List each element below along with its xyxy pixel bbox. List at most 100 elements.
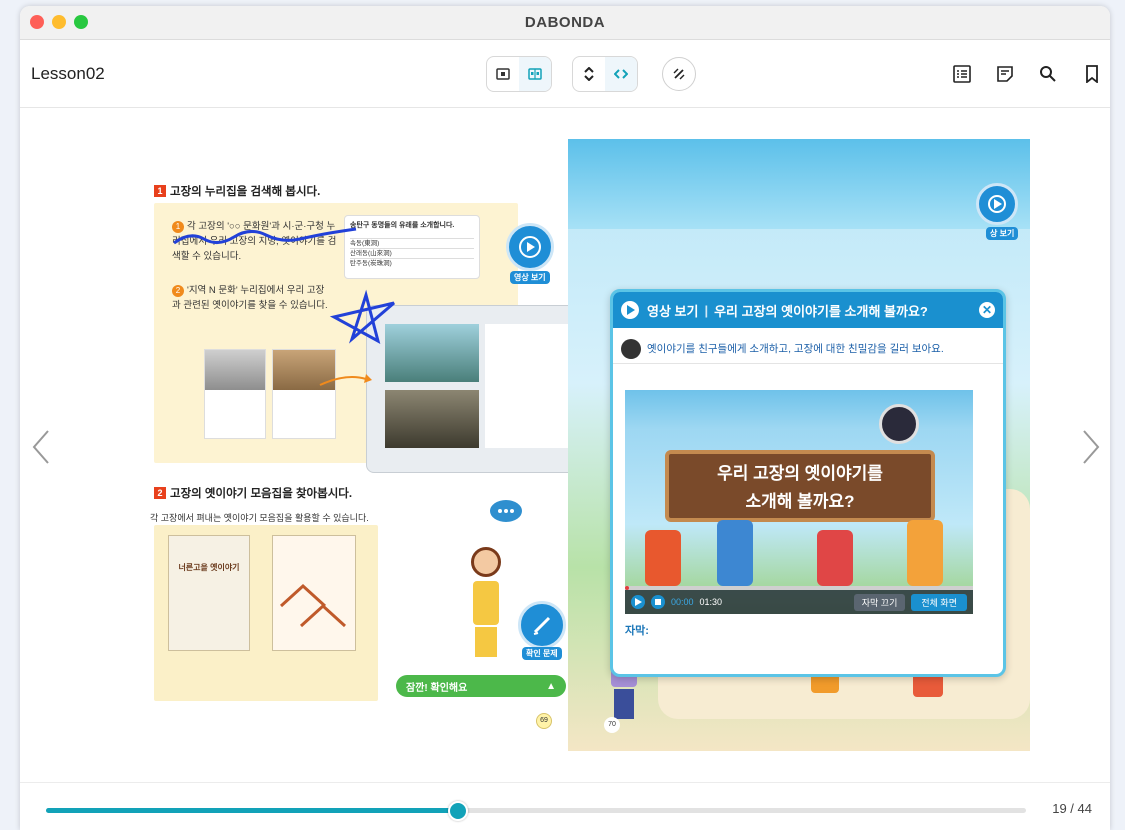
book-viewer: 1 고장의 누리집을 검색해 봅시다. 1각 고장의 '○○ 문화원'과 시·군… [20, 109, 1110, 779]
prev-page-arrow[interactable] [30, 427, 54, 467]
book-page-left: 1 고장의 누리집을 검색해 봅시다. 1각 고장의 '○○ 문화원'과 시·군… [150, 139, 568, 751]
info-card-row: 산래동(山來洞) [350, 248, 474, 258]
video-current-time: 00:00 [671, 597, 694, 607]
quick-check-label: 잠깐! 확인해요 [406, 682, 468, 694]
video-view-button-right[interactable] [976, 183, 1018, 225]
popup-subtitle: 옛이야기를 친구들에게 소개하고, 고장에 대한 친밀감을 길러 보아요. [613, 334, 1003, 364]
mountain-illustration [279, 583, 347, 628]
chevron-up-down-icon [584, 67, 594, 81]
app-window: DABONDA Lesson02 1 고장의 누리집을 검색해 봅시다. 1 각… [20, 6, 1110, 830]
check-question-button[interactable] [518, 601, 566, 649]
scroll-direction-group [572, 56, 638, 92]
item-2-body: '지역 N 문화' 누리집에서 우리 고장과 관련된 옛이야기를 찾을 수 있습… [172, 285, 328, 311]
popup-subtitle-text: 옛이야기를 친구들에게 소개하고, 고장에 대한 친밀감을 길러 보아요. [647, 343, 944, 355]
play-circle-icon [621, 301, 639, 319]
caption-toggle-button[interactable]: 자막 끄기 [853, 593, 906, 611]
stop-button[interactable] [651, 595, 665, 609]
result-card-2 [272, 349, 336, 439]
close-icon[interactable]: ✕ [979, 302, 995, 318]
kid-character-3 [817, 530, 853, 586]
section-1-text: 고장의 누리집을 검색해 봅시다. [170, 186, 321, 198]
bookmark-button[interactable] [1082, 64, 1102, 84]
info-card: 송탄구 동명들의 유래를 소개합니다. 속동(東洞) 산래동(山來洞) 탄주동(… [344, 215, 480, 279]
info-card-title: 송탄구 동명들의 유래를 소개합니다. [350, 222, 455, 229]
section-2-title: 2 고장의 옛이야기 모음집을 찾아봅시다. [154, 485, 352, 501]
book-cover-2 [272, 535, 356, 651]
sky-area [568, 139, 1030, 229]
pen-tool-button[interactable] [662, 57, 696, 91]
kid-character-4 [907, 520, 943, 586]
bookmark-icon [1086, 65, 1098, 83]
video-title-line-2: 소개해 볼까요? [745, 492, 855, 511]
play-icon [635, 598, 642, 606]
toolbar: Lesson02 [20, 40, 1110, 108]
story-text-panel [485, 324, 568, 448]
table-of-contents-button[interactable] [952, 64, 972, 84]
video-view-label[interactable]: 영상 보기 [510, 271, 550, 284]
result-card-1 [204, 349, 266, 439]
kid-character-1 [645, 530, 681, 586]
divider: | [704, 302, 709, 318]
item-2-text: 2 '지역 N 문화' 누리집에서 우리 고장과 관련된 옛이야기를 찾을 수 있… [172, 285, 328, 311]
video-view-label-right[interactable]: 상 보기 [986, 227, 1019, 240]
play-icon [519, 236, 541, 258]
girl-character-illustration [466, 547, 506, 667]
fullscreen-button[interactable]: 전체 화면 [911, 593, 967, 611]
quick-check-bar[interactable]: 잠깐! 확인해요 ▲ [396, 675, 566, 697]
progress-fill [46, 808, 458, 813]
story-image-2 [385, 390, 479, 448]
page-progress-bar: 19 / 44 [20, 782, 1110, 830]
pen-icon [673, 68, 685, 80]
play-button[interactable] [631, 595, 645, 609]
page-counter: 19 / 44 [1052, 801, 1092, 816]
star-drawing-annotation [329, 289, 395, 344]
list-icon [953, 65, 971, 83]
progress-track[interactable] [46, 801, 1026, 821]
video-view-button[interactable] [506, 223, 554, 271]
info-card-row: 탄주동(炭珠洞) [350, 258, 474, 268]
play-icon [988, 195, 1006, 213]
popup-header-title: 우리 고장의 옛이야기를 소개해 볼까요? [714, 303, 928, 319]
section-2-text: 고장의 옛이야기 모음집을 찾아봅시다. [170, 488, 353, 500]
pencil-icon [533, 616, 551, 635]
chevron-left-right-icon [614, 69, 628, 79]
popup-header-tag: 영상 보기 [647, 303, 699, 319]
memo-button[interactable] [995, 64, 1015, 84]
single-page-view-button[interactable] [487, 57, 519, 91]
vertical-scroll-button[interactable] [573, 57, 605, 91]
arrow-right-icon [319, 374, 372, 386]
check-question-label[interactable]: 확인 문제 [522, 647, 562, 660]
video-player[interactable]: 우리 고장의 옛이야기를 소개해 볼까요? 00:00 01:30 자막 끄기 [625, 390, 973, 614]
double-page-icon [528, 68, 542, 80]
stop-icon [655, 599, 661, 605]
page-number-left: 69 [536, 713, 552, 729]
video-controls: 00:00 01:30 자막 끄기 전체 화면 [625, 590, 973, 614]
next-page-arrow[interactable] [1078, 427, 1102, 467]
robot-mascot-icon [879, 404, 919, 444]
kid-character-2 [717, 520, 753, 586]
chevron-up-icon: ▲ [546, 680, 556, 692]
search-icon [1040, 66, 1056, 82]
window-title: DABONDA [524, 14, 606, 31]
lesson-title: Lesson02 [31, 64, 105, 83]
video-total-time: 01:30 [699, 597, 723, 607]
note-icon [997, 66, 1013, 82]
section-2-number: 2 [154, 487, 166, 499]
search-button[interactable] [1038, 64, 1058, 84]
horizontal-scroll-button[interactable] [605, 57, 637, 91]
popup-header: 영상 보기 | 우리 고장의 옛이야기를 소개해 볼까요? ✕ [613, 292, 1003, 328]
video-title-board: 우리 고장의 옛이야기를 소개해 볼까요? [665, 450, 935, 522]
video-title-line-1: 우리 고장의 옛이야기를 [717, 464, 883, 483]
double-page-view-button[interactable] [519, 57, 551, 91]
section-1-number: 1 [154, 185, 166, 197]
page-number-right: 70 [604, 717, 620, 733]
pen-stroke-annotation [173, 227, 357, 245]
title-bar: DABONDA [20, 6, 1110, 40]
robot-icon [621, 338, 641, 359]
section-1-title: 1 고장의 누리집을 검색해 봅시다. [154, 183, 320, 199]
progress-thumb[interactable] [447, 801, 468, 821]
single-page-icon [496, 68, 510, 80]
speech-bubble-icon [490, 500, 522, 522]
video-popup: 영상 보기 | 우리 고장의 옛이야기를 소개해 볼까요? ✕ 옛이야기를 친구… [610, 289, 1006, 677]
page-view-group [486, 56, 552, 92]
